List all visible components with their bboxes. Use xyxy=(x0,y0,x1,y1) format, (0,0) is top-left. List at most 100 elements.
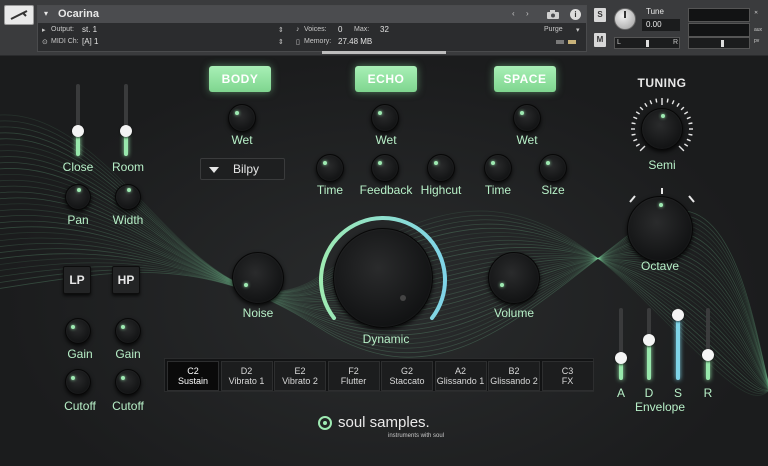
midi-label: MIDI Ch: xyxy=(51,38,79,45)
articulation-note: F2 xyxy=(348,366,359,376)
volume-slider-thumb[interactable] xyxy=(721,40,724,47)
memory-icon: ▯ xyxy=(296,39,300,46)
body-wet-label: Wet xyxy=(231,133,253,147)
lp-gain-label: Gain xyxy=(67,347,93,361)
header-scrollbar[interactable] xyxy=(322,51,446,54)
close-slider-thumb[interactable] xyxy=(72,124,84,137)
dropdown-arrow-icon xyxy=(209,167,219,173)
semi-knob[interactable] xyxy=(641,108,683,150)
purge-dropdown-icon[interactable]: ▾ xyxy=(576,26,580,34)
lp-cutoff-knob[interactable] xyxy=(65,369,91,395)
noise-knob[interactable] xyxy=(232,252,284,304)
articulation-name: Sustain xyxy=(177,376,209,386)
envelope-r-slider-thumb[interactable] xyxy=(702,348,714,361)
next-instrument-icon[interactable]: › xyxy=(526,9,529,18)
info-icon[interactable]: i xyxy=(570,9,581,20)
dynamic-label: Dynamic xyxy=(362,332,410,346)
purge-indicator-2 xyxy=(568,40,576,44)
envelope-s-label: S xyxy=(673,386,683,400)
hp-gain-label: Gain xyxy=(115,347,141,361)
close-instrument-icon[interactable]: ✕ xyxy=(754,10,758,16)
pan-label: Pan xyxy=(67,213,89,227)
articulation-note: C2 xyxy=(187,366,199,376)
envelope-a-label: A xyxy=(616,386,626,400)
space-time-label: Time xyxy=(484,183,512,197)
tune-knob[interactable] xyxy=(614,8,636,30)
space-button[interactable]: SPACE xyxy=(494,66,556,92)
envelope-title: Envelope xyxy=(634,400,686,414)
mute-button[interactable]: M xyxy=(594,33,606,47)
tune-value[interactable]: 0.00 xyxy=(642,19,680,31)
camera-icon[interactable] xyxy=(546,9,560,20)
octave-knob[interactable] xyxy=(627,196,693,262)
echo-time-knob[interactable] xyxy=(316,154,344,182)
instrument-panel: Close Room Pan Width LP HP Gain Gain Cut… xyxy=(0,56,768,466)
body-ir-value: Bilpy xyxy=(233,162,260,176)
room-slider-thumb[interactable] xyxy=(120,124,132,137)
space-size-label: Size xyxy=(541,183,565,197)
space-size-knob[interactable] xyxy=(539,154,567,182)
output-arrow-icon: ▸ xyxy=(42,27,46,34)
wrench-icon[interactable] xyxy=(4,5,34,25)
level-meter-left xyxy=(688,8,750,22)
memory-label: Memory: xyxy=(304,38,332,45)
body-wet-knob[interactable] xyxy=(228,104,256,132)
envelope-d-slider-fill xyxy=(647,340,651,380)
lp-gain-knob[interactable] xyxy=(65,318,91,344)
solo-button[interactable]: S xyxy=(594,8,606,22)
echo-highcut-knob[interactable] xyxy=(427,154,455,182)
output-dropdown-icon[interactable]: ⇕ xyxy=(278,26,284,34)
max-voices-value[interactable]: 32 xyxy=(380,25,389,34)
volume-label: Volume xyxy=(493,306,535,320)
articulation-bar: C2 Sustain D2 Vibrato 1 E2 Vibrato 2 F2 Flutter… xyxy=(164,358,594,392)
volume-slider[interactable] xyxy=(688,37,750,49)
articulation-name: Glissando 1 xyxy=(436,376,485,386)
dynamic-knob[interactable] xyxy=(333,228,433,328)
articulation-name: Glissando 2 xyxy=(490,376,538,386)
lp-filter-button[interactable]: LP xyxy=(63,266,91,294)
output-value[interactable]: st. 1 xyxy=(82,25,97,34)
echo-feedback-knob[interactable] xyxy=(371,154,399,182)
articulation-note: E2 xyxy=(294,366,306,376)
articulation-button[interactable]: E2 Vibrato 2 xyxy=(274,361,326,391)
max-label: Max: xyxy=(354,26,370,33)
hp-cutoff-knob[interactable] xyxy=(115,369,141,395)
output-label: Output: xyxy=(51,26,74,33)
echo-wet-label: Wet xyxy=(375,133,397,147)
midi-channel-value[interactable]: [A] 1 xyxy=(82,37,98,46)
echo-wet-knob[interactable] xyxy=(371,104,399,132)
articulation-button[interactable]: B2 Glissando 2 xyxy=(488,361,540,391)
articulation-button[interactable]: C2 Sustain xyxy=(167,361,219,391)
width-knob[interactable] xyxy=(115,184,141,210)
articulation-button[interactable]: A2 Glissando 1 xyxy=(434,361,487,391)
pan-knob[interactable] xyxy=(65,184,91,210)
echo-button[interactable]: ECHO xyxy=(355,66,417,92)
envelope-r-label: R xyxy=(703,386,713,400)
lp-cutoff-label: Cutoff xyxy=(64,399,96,413)
hp-gain-knob[interactable] xyxy=(115,318,141,344)
aux-label[interactable]: aux xyxy=(754,27,762,33)
body-button[interactable]: BODY xyxy=(209,66,271,92)
pan-slider-thumb[interactable] xyxy=(646,40,649,47)
space-time-knob[interactable] xyxy=(484,154,512,182)
articulation-button[interactable]: C3 FX xyxy=(541,361,594,391)
instrument-header: ▾ Ocarina ‹ › i ▸ Output: st. 1 ⇕ ♪ Voic… xyxy=(0,0,768,56)
space-wet-knob[interactable] xyxy=(513,104,541,132)
articulation-button[interactable]: D2 Vibrato 1 xyxy=(220,361,273,391)
volume-knob[interactable] xyxy=(488,252,540,304)
body-ir-dropdown[interactable]: Bilpy xyxy=(200,158,285,180)
prev-instrument-icon[interactable]: ‹ xyxy=(512,9,515,18)
instrument-name[interactable]: Ocarina xyxy=(58,8,99,20)
envelope-s-slider-fill xyxy=(676,315,680,380)
level-meter-right xyxy=(688,23,750,37)
articulation-button[interactable]: G2 Staccato xyxy=(381,361,433,391)
close-label: Close xyxy=(62,160,94,174)
midi-dropdown-icon[interactable]: ⇕ xyxy=(278,38,284,46)
articulation-button[interactable]: F2 Flutter xyxy=(327,361,380,391)
pan-slider[interactable]: L R xyxy=(614,37,680,49)
purge-label[interactable]: Purge xyxy=(544,26,563,33)
collapse-arrow-icon[interactable]: ▾ xyxy=(44,9,48,18)
hp-filter-button[interactable]: HP xyxy=(112,266,140,294)
tuning-title: TUNING xyxy=(637,76,687,90)
pv-label[interactable]: pv xyxy=(754,38,759,44)
